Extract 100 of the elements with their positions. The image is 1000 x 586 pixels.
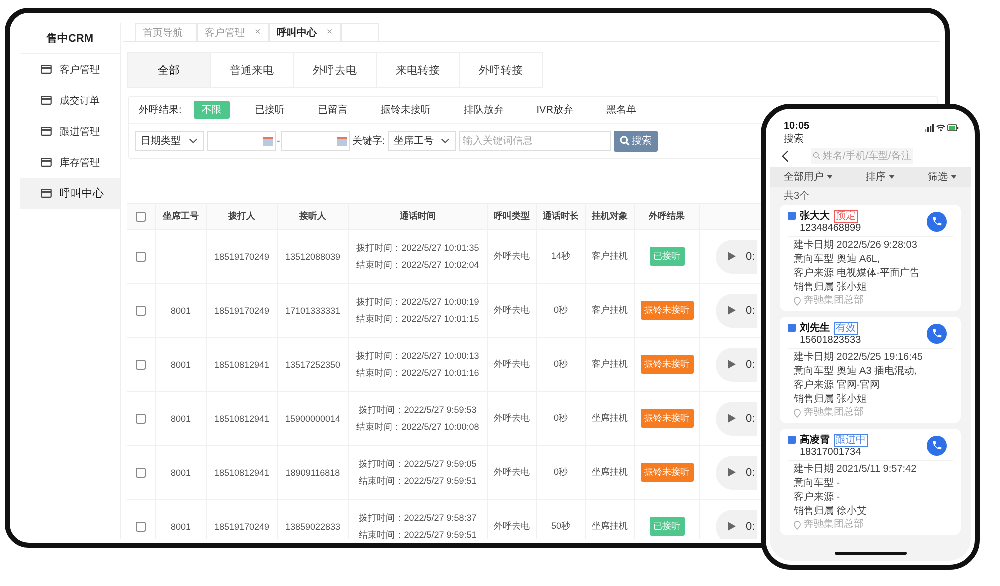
avatar-icon [788, 324, 796, 332]
table-cell: 8001 [170, 468, 192, 478]
checkbox[interactable] [136, 306, 146, 316]
detail-row-text: 销售归属 张小姐 [794, 281, 868, 294]
avatar-icon [788, 212, 796, 220]
table-cell: 8001 [170, 360, 192, 370]
back-to-app-link[interactable]: 搜索 [784, 132, 810, 146]
contact-card[interactable]: 刘先生 有效 15601823533 建卡日期 2022/5/25 19:16:45 意向车型 奥迪 A3 插电混动, 客户来源 官网-官网 销售归属 张小姐 奔驰集团总部 [780, 317, 961, 423]
keyword-input[interactable]: 输入关键词信息 [459, 131, 612, 151]
sidebar-item[interactable]: 跟进管理 [20, 116, 120, 147]
detail-row-text: 意向车型 - [794, 477, 842, 490]
sidebar-item[interactable]: 呼叫中心 [20, 178, 120, 209]
checkbox[interactable] [136, 414, 146, 424]
home-indicator [834, 552, 906, 555]
end-time: 结束时间：2022/5/27 10:00:08 [356, 420, 480, 434]
call-type-tab[interactable]: 来电转接 [376, 52, 460, 88]
filter-option[interactable]: 振铃未接听 [372, 101, 439, 119]
card-icon [41, 65, 52, 74]
audio-player[interactable]: 0: [716, 240, 758, 274]
filter-option[interactable]: IVR放弃 [528, 101, 582, 119]
calendar-icon [263, 136, 273, 146]
sidebar-item[interactable]: 客户管理 [20, 54, 120, 85]
column-header: 呼叫类型 [488, 204, 537, 229]
status-badge: 振铃未接听 [640, 355, 694, 374]
status-time: 10:05 [784, 121, 810, 132]
filter-option[interactable]: 排队放弃 [456, 101, 512, 119]
end-time: 结束时间：2022/5/27 9:59:51 [359, 474, 477, 488]
filter-dropdown[interactable]: 筛选 [928, 170, 957, 184]
keyword-label: 关键字: [352, 134, 386, 148]
table-cell: 0秒 [554, 466, 568, 479]
call-type-tab[interactable]: 外呼转接 [459, 52, 543, 88]
table-cell: 8001 [170, 306, 192, 316]
call-button[interactable] [927, 436, 947, 456]
table-cell: 17101333331 [285, 306, 341, 316]
audio-player[interactable]: 0: [716, 510, 758, 539]
audio-player[interactable]: 0: [716, 348, 758, 382]
call-type-tab[interactable]: 普通来电 [210, 52, 294, 88]
status-tag: 有效 [834, 322, 858, 334]
date-field[interactable] [207, 131, 276, 151]
call-button[interactable] [927, 212, 947, 232]
audio-player[interactable]: 0: [716, 294, 758, 328]
table-cell: 外呼去电 [494, 466, 530, 479]
table-cell: 13517252350 [285, 360, 341, 370]
search-button[interactable]: 搜索 [614, 130, 658, 152]
play-icon [728, 522, 736, 531]
dial-time: 拨打时间：2022/5/27 10:00:13 [356, 350, 480, 362]
play-icon [728, 306, 736, 315]
filter-option[interactable]: 已留言 [310, 101, 356, 119]
dial-time: 拨打时间：2022/5/27 9:59:05 [359, 458, 477, 470]
contact-card[interactable]: 张大大 预定 12348468899 建卡日期 2022/5/26 9:28:03 意向车型 奥迪 A6L, 客户来源 电视媒体-平面广告 销售归属 张小姐 奔驰集团总部 [780, 205, 961, 311]
status-badge: 振铃未接听 [640, 463, 694, 482]
sidebar-item[interactable]: 成交订单 [20, 85, 120, 116]
call-type-tab[interactable]: 全部 [127, 52, 211, 88]
status-badge: 已接听 [650, 247, 684, 266]
filter-dropdown[interactable]: 全部用户 [784, 170, 833, 184]
call-button[interactable] [927, 324, 947, 344]
table-cell: 客户挂机 [592, 304, 628, 317]
audio-player[interactable]: 0: [716, 402, 758, 436]
phone-number: 12348468899 [799, 223, 862, 234]
table-cell: 18510812941 [214, 360, 270, 370]
status-badge: 振铃未接听 [640, 301, 694, 320]
sidebar-item[interactable]: 库存管理 [20, 147, 120, 178]
detail-row-text: 建卡日期 2022/5/25 19:16:45 [794, 351, 924, 364]
column-header: 通话时间 [349, 204, 488, 229]
chevron-down-icon [189, 138, 198, 144]
detail-row-text: 客户来源 官网-官网 [794, 379, 882, 392]
card-icon [41, 96, 52, 105]
caret-down-icon [951, 175, 957, 179]
search-icon [813, 152, 821, 160]
back-icon[interactable] [782, 150, 789, 162]
dial-time: 拨打时间：2022/5/27 9:59:53 [359, 404, 477, 416]
call-type-tab[interactable]: 外呼去电 [293, 52, 377, 88]
table-cell: 外呼去电 [494, 520, 530, 533]
page-tab[interactable]: 呼叫中心 × [268, 23, 341, 41]
column-header: 挂机对象 [586, 204, 635, 229]
detail-row-text: 销售归属 张小姐 [794, 393, 868, 406]
dial-time: 拨打时间：2022/5/27 9:58:37 [359, 512, 477, 524]
calendar-icon [337, 136, 348, 146]
checkbox[interactable] [136, 522, 146, 532]
filter-option[interactable]: 已接听 [246, 101, 293, 119]
table-cell: 坐席挂机 [592, 466, 628, 479]
table-cell: 0秒 [554, 358, 568, 371]
column-header: 拨打人 [207, 204, 278, 229]
audio-player[interactable]: 0: [716, 456, 758, 490]
contact-card[interactable]: 高凌霄 跟进中 18317001734 建卡日期 2021/5/11 9:57:42 意向车型 - 客户来源 - 销售归属 徐小艾 奔驰集团总部 [780, 429, 961, 535]
keyword-type-select[interactable]: 坐席工号 [388, 131, 456, 151]
checkbox[interactable] [136, 252, 146, 262]
filter-dropdown[interactable]: 排序 [866, 170, 895, 184]
filter-option[interactable]: 黑名单 [598, 101, 644, 119]
table-cell: 13859022833 [285, 522, 341, 532]
caret-down-icon [827, 175, 833, 179]
checkbox[interactable] [136, 360, 146, 370]
date-field[interactable] [281, 131, 350, 151]
checkbox[interactable] [136, 468, 146, 478]
checkbox[interactable] [136, 212, 146, 222]
date-type-select[interactable]: 日期类型 [135, 131, 204, 151]
table-cell: 客户挂机 [592, 250, 628, 263]
contact-name: 张大大 [800, 210, 830, 223]
detail-row-text: 建卡日期 2021/5/11 9:57:42 [794, 463, 918, 476]
table-cell: 14秒 [551, 250, 570, 263]
